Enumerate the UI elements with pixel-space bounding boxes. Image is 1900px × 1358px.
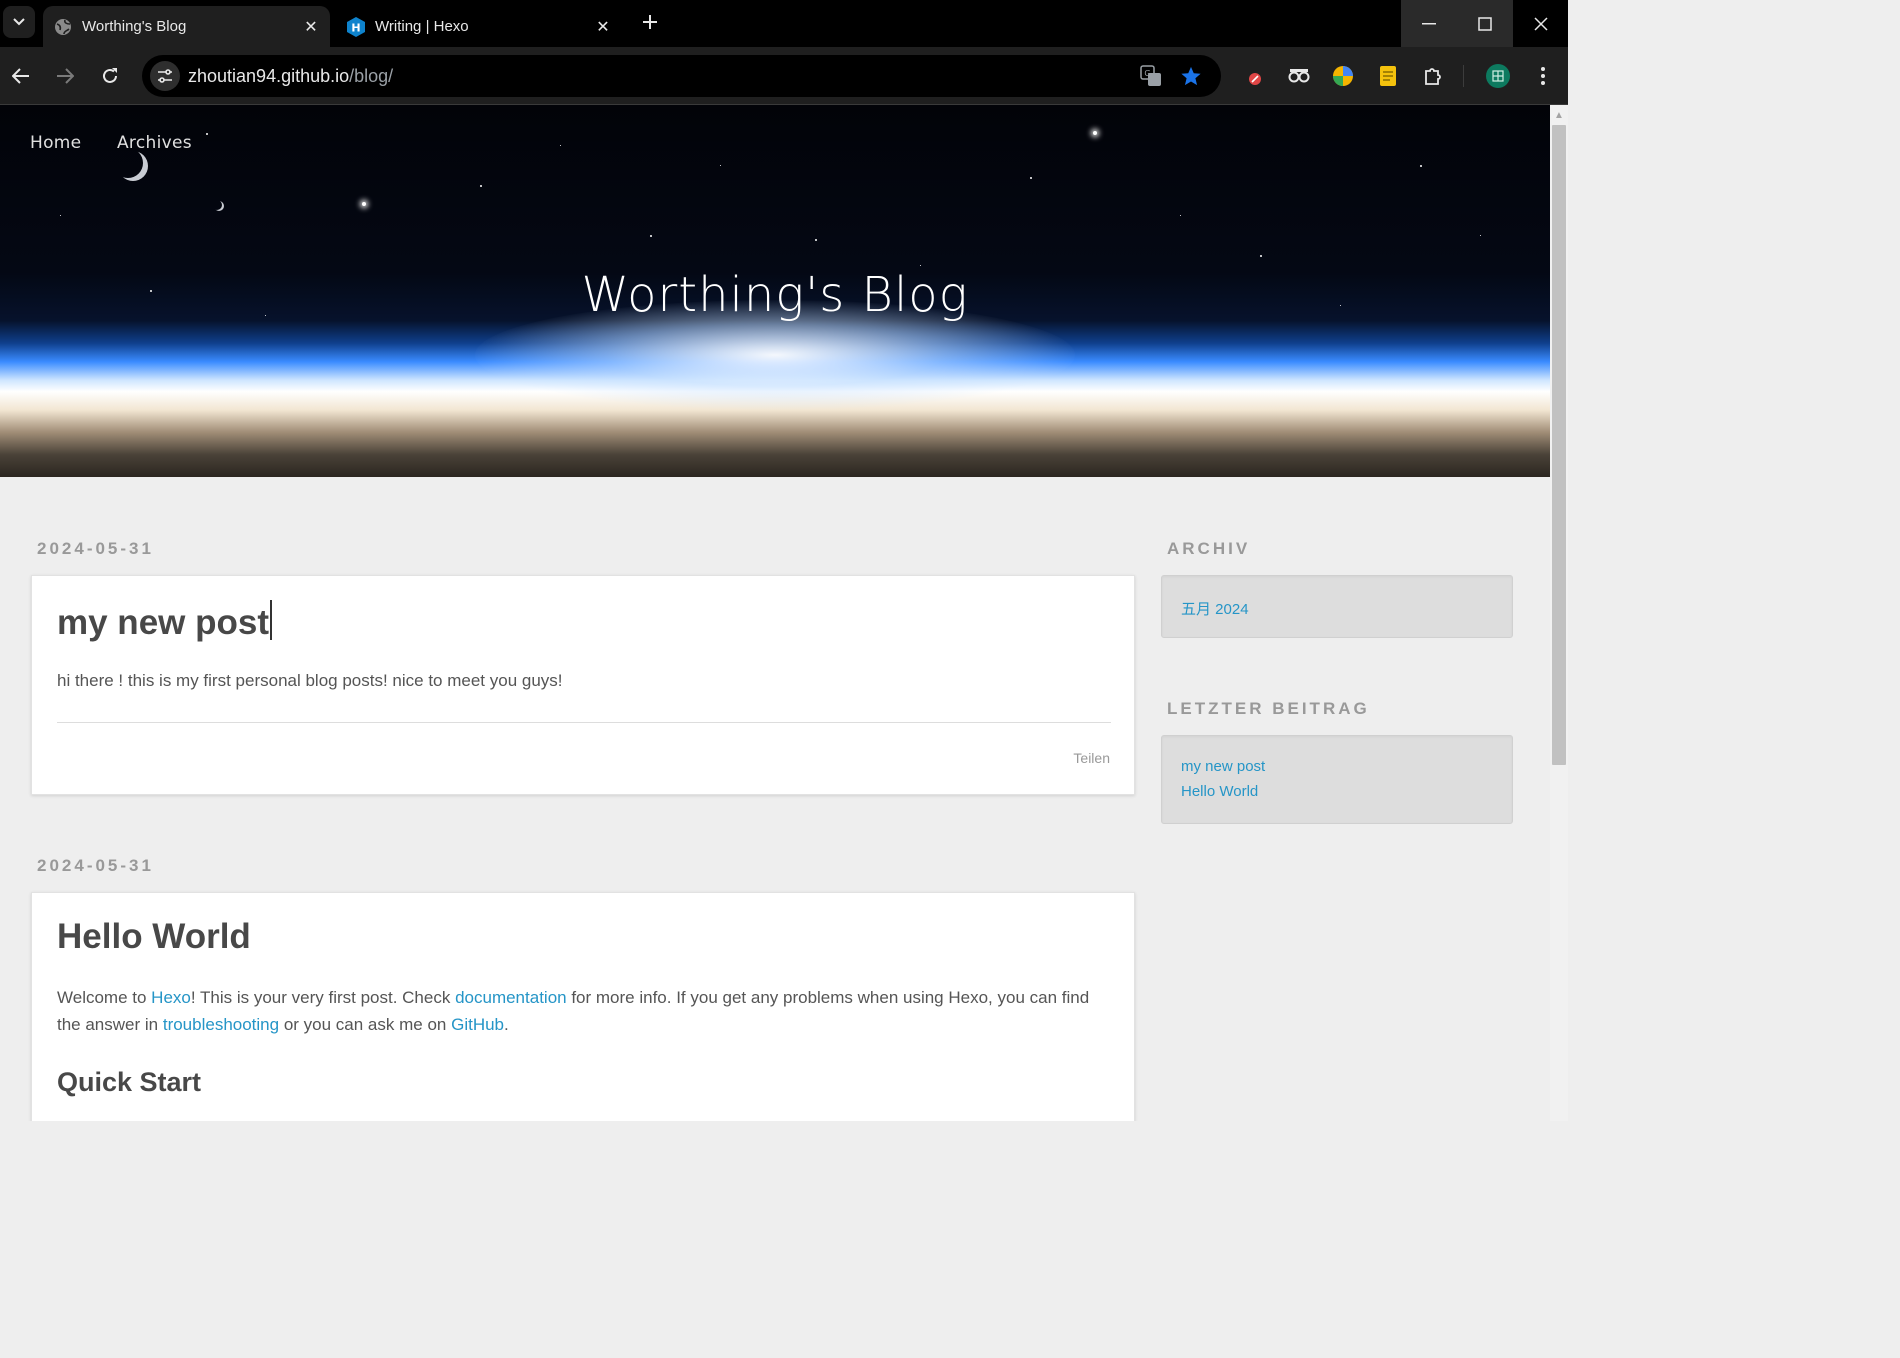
close-window-button[interactable] (1513, 0, 1569, 47)
star (560, 145, 561, 146)
recent-post-link[interactable]: my new post (1181, 758, 1265, 775)
star (206, 133, 208, 135)
hexo-link[interactable]: Hexo (151, 988, 191, 1007)
svg-text:G: G (1144, 69, 1150, 78)
reload-button[interactable] (95, 61, 125, 91)
close-tab-icon[interactable]: ✕ (300, 16, 322, 38)
post-title[interactable]: my new post (57, 600, 272, 643)
star (815, 239, 817, 241)
browser-toolbar: zhoutian94.github.io/blog/ G (0, 47, 1568, 104)
extension-notes-icon[interactable] (1375, 63, 1401, 89)
page-viewport: Home Archives Worthing's Blog 2024-05-31… (0, 105, 1550, 1121)
post-date[interactable]: 2024-05-31 (37, 539, 154, 559)
star (1480, 235, 1481, 236)
body-text: ! This is your very first post. Check (190, 988, 456, 1007)
forward-button[interactable] (50, 61, 80, 91)
menu-kebab-icon[interactable] (1530, 63, 1556, 89)
star (1180, 215, 1181, 216)
translate-icon[interactable]: G (1140, 65, 1162, 87)
chevron-down-icon (13, 18, 25, 26)
star (362, 202, 366, 206)
archive-widget-title: ARCHIV (1167, 539, 1251, 558)
star (1260, 255, 1262, 257)
bookmark-star-icon[interactable] (1180, 65, 1202, 87)
tab-title: Writing | Hexo (375, 18, 469, 35)
recent-posts-widget: my new post Hello World (1161, 735, 1513, 824)
tab-worthings-blog[interactable]: Worthing's Blog ✕ (43, 6, 330, 47)
nav-archives-link[interactable]: Archives (117, 133, 192, 153)
arrow-left-icon (12, 68, 29, 84)
url-host: zhoutian94.github.io (188, 66, 350, 86)
extension-blocker-icon[interactable] (1241, 63, 1267, 89)
tab-search-button[interactable] (3, 6, 35, 38)
extension-spy-icon[interactable] (1286, 63, 1312, 89)
body-text: . (504, 1015, 509, 1034)
page-scrollbar[interactable]: ▲ (1550, 105, 1568, 1121)
extensions-puzzle-icon[interactable] (1420, 63, 1446, 89)
minimize-button[interactable] (1401, 0, 1457, 47)
tab-strip: Worthing's Blog ✕ H Writing | Hexo ✕ (0, 0, 1568, 47)
post-date[interactable]: 2024-05-31 (37, 856, 154, 876)
address-bar[interactable]: zhoutian94.github.io/blog/ G (142, 55, 1221, 97)
star (1030, 177, 1032, 179)
globe-icon (54, 18, 72, 36)
post-body: Welcome to Hexo! This is your very first… (57, 984, 1112, 1038)
star (720, 165, 721, 166)
url-text[interactable]: zhoutian94.github.io/blog/ (188, 66, 393, 87)
post-excerpt: hi there ! this is my first personal blo… (57, 671, 563, 690)
archive-month-link[interactable]: 五月 2024 (1181, 598, 1249, 619)
star (1420, 165, 1422, 167)
star (480, 185, 482, 187)
star (60, 215, 61, 216)
github-link[interactable]: GitHub (451, 1015, 504, 1034)
troubleshooting-link[interactable]: troubleshooting (163, 1015, 279, 1034)
star (920, 265, 921, 266)
tab-title: Worthing's Blog (82, 18, 187, 35)
extension-color-icon[interactable] (1330, 63, 1356, 89)
maximize-button[interactable] (1457, 0, 1513, 47)
tab-writing-hexo[interactable]: H Writing | Hexo ✕ (336, 6, 622, 47)
plus-icon (643, 15, 657, 29)
nav-home-link[interactable]: Home (30, 133, 81, 153)
header-banner: Home Archives Worthing's Blog (0, 105, 1550, 477)
scrollbar-thumb[interactable] (1552, 125, 1566, 765)
post-card: Hello World Welcome to Hexo! This is you… (31, 892, 1135, 1121)
scroll-up-arrow-icon[interactable]: ▲ (1550, 105, 1568, 125)
hexo-icon: H (347, 16, 365, 37)
star (1093, 131, 1097, 135)
section-heading: Quick Start (57, 1067, 202, 1097)
moon-small (214, 201, 224, 211)
post-divider (57, 722, 1111, 723)
back-button[interactable] (6, 61, 36, 91)
url-path: /blog/ (349, 66, 394, 86)
new-tab-button[interactable] (636, 8, 664, 36)
share-link[interactable]: Teilen (1073, 750, 1110, 766)
star (650, 235, 652, 237)
post-title-text[interactable]: my new post (57, 603, 269, 642)
arrow-right-icon (57, 68, 74, 84)
svg-text:H: H (351, 21, 360, 34)
recent-post-link[interactable]: Hello World (1181, 783, 1258, 800)
site-info-button[interactable] (150, 61, 180, 91)
documentation-link[interactable]: documentation (455, 988, 567, 1007)
toolbar-divider (1463, 65, 1464, 87)
post-card: my new post hi there ! this is my first … (31, 575, 1135, 795)
recent-posts-widget-title: LETZTER BEITRAG (1167, 699, 1370, 718)
text-cursor (269, 600, 272, 640)
close-icon (1534, 16, 1548, 31)
body-text: Welcome to (57, 988, 152, 1007)
site-title[interactable]: Worthing's Blog (0, 267, 1550, 323)
moon-large (118, 151, 148, 181)
profile-avatar-icon[interactable] (1485, 63, 1511, 89)
minimize-icon (1422, 22, 1436, 24)
reload-icon (103, 68, 117, 83)
tune-icon (158, 69, 172, 83)
archive-widget: 五月 2024 (1161, 575, 1513, 638)
body-text: or you can ask me on (279, 1015, 452, 1034)
post-title[interactable]: Hello World (57, 917, 251, 957)
close-tab-icon[interactable]: ✕ (592, 16, 614, 38)
maximize-icon (1478, 16, 1492, 31)
